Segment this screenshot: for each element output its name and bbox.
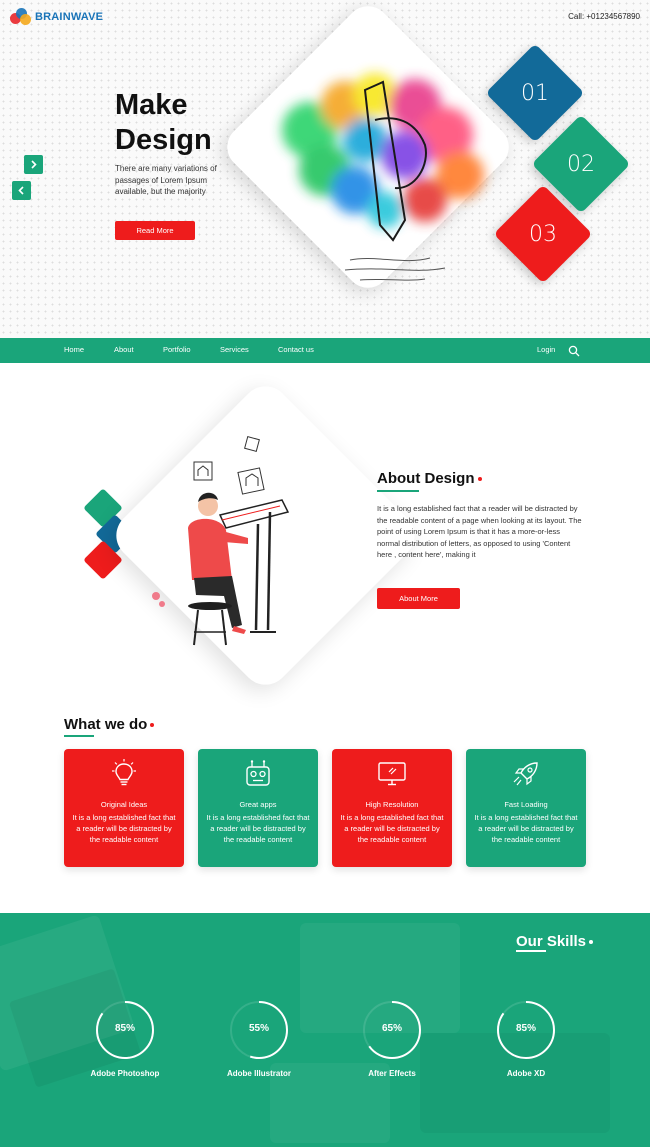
rocket-icon — [513, 762, 538, 786]
heading-dot — [150, 723, 155, 728]
robot-icon — [246, 760, 270, 786]
card-title: Great apps — [239, 800, 277, 809]
about-more-button[interactable]: About More — [377, 588, 460, 609]
tile-label-01: 01 — [521, 81, 549, 106]
service-card-original-ideas[interactable]: Original Ideas It is a long established … — [64, 749, 184, 867]
tile-label-02: 02 — [567, 152, 595, 177]
nav-about[interactable]: About — [114, 345, 134, 354]
designer-illustration — [152, 436, 290, 646]
about-heading: About Design — [377, 470, 482, 487]
skill-name: Adobe XD — [506, 1069, 546, 1078]
main-navbar: Home About Portfolio Services Contact us… — [0, 338, 650, 363]
monitor-icon — [378, 762, 406, 786]
what-we-do-underline — [64, 735, 94, 737]
nav-home[interactable]: Home — [64, 345, 84, 354]
service-card-great-apps[interactable]: Great apps It is a long established fact… — [198, 749, 318, 867]
hero-text: There are many variations of passages of… — [115, 164, 217, 196]
skill-percent: 85% — [114, 1023, 135, 1034]
card-text: It is a long established fact that a rea… — [340, 813, 444, 844]
skill-percent: 65% — [381, 1023, 402, 1034]
about-heading-underline — [377, 490, 419, 492]
skills-section: Our Skills 85% Adobe Photoshop 55% Adobe… — [0, 913, 650, 1147]
service-card-fast-loading[interactable]: Fast Loading It is a long established fa… — [466, 749, 586, 867]
about-text: It is a long established fact that a rea… — [377, 504, 582, 560]
brand-name: BRAINWAVE — [35, 11, 104, 23]
about-heading-text: About Design — [377, 470, 475, 487]
skill-percent: 55% — [248, 1023, 269, 1034]
nav-services[interactable]: Services — [220, 345, 249, 354]
hero-title-line2: Design — [115, 124, 212, 156]
heading-dot — [477, 477, 482, 482]
skill-name: Adobe Photoshop — [90, 1069, 160, 1078]
lightbulb-icon — [112, 759, 136, 786]
hero-title-line1: Make — [115, 89, 188, 121]
heading-dot — [589, 940, 594, 945]
tile-label-03: 03 — [529, 222, 557, 247]
hero-title: Make Design — [115, 88, 212, 158]
nav-portfolio[interactable]: Portfolio — [163, 345, 191, 354]
chevron-right-icon[interactable] — [24, 155, 43, 174]
nav-login[interactable]: Login — [537, 345, 555, 354]
skill-name: After Effects — [368, 1069, 416, 1078]
service-card-high-resolution[interactable]: High Resolution It is a long established… — [332, 749, 452, 867]
skills-heading-underline — [516, 950, 546, 952]
search-icon[interactable] — [568, 345, 580, 357]
chevron-left-icon[interactable] — [12, 181, 31, 200]
skill-name: Adobe Illustrator — [226, 1069, 291, 1078]
brand-logo[interactable]: BRAINWAVE — [10, 8, 103, 26]
call-number: Call: +01234567890 — [568, 12, 640, 21]
what-we-do-heading-text: What we do — [64, 716, 148, 733]
card-title: Fast Loading — [504, 800, 548, 809]
hero-paint-illustration — [282, 73, 484, 281]
card-text: It is a long established fact that a rea… — [206, 813, 310, 844]
card-text: It is a long established fact that a rea… — [72, 813, 176, 844]
card-text: It is a long established fact that a rea… — [474, 813, 578, 844]
logo-icon — [10, 8, 32, 26]
what-we-do-heading: What we do — [64, 716, 155, 733]
skills-heading: Our Skills — [516, 933, 594, 950]
read-more-button[interactable]: Read More — [115, 221, 195, 240]
skills-heading-text: Our Skills — [516, 933, 587, 950]
card-title: High Resolution — [365, 800, 419, 809]
card-title: Original Ideas — [100, 800, 148, 809]
nav-contact[interactable]: Contact us — [278, 345, 314, 354]
skill-percent: 85% — [515, 1023, 536, 1034]
